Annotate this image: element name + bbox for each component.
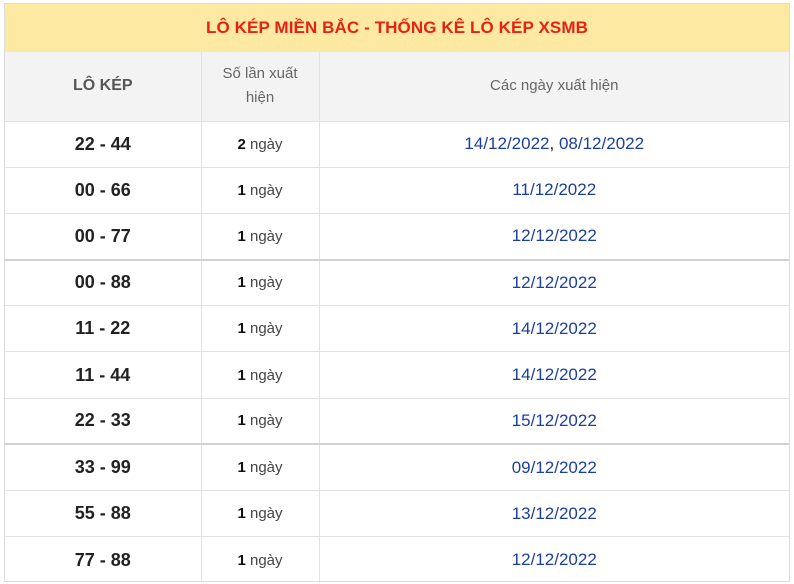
column-header-count: Số lần xuất hiện xyxy=(201,52,320,122)
appearance-count-cell: 1 ngày xyxy=(201,444,320,492)
appearance-dates-cell: 14/12/2022 xyxy=(319,305,789,353)
appearance-count-value: 2 xyxy=(237,135,246,153)
lo-kep-pair-cell: 55 - 88 xyxy=(5,490,202,538)
appearance-count-cell: 1 ngày xyxy=(201,213,320,261)
appearance-dates-cell: 15/12/2022 xyxy=(319,398,789,446)
appearance-dates-cell: 12/12/2022 xyxy=(319,213,789,261)
table-row: 11 - 22 1 ngày 14/12/2022 xyxy=(5,305,789,353)
table-row: 33 - 99 1 ngày 09/12/2022 xyxy=(5,444,789,492)
date-link[interactable]: 14/12/2022 xyxy=(512,319,597,338)
appearance-count-unit: ngày xyxy=(249,366,283,384)
table-row: 00 - 88 1 ngày 12/12/2022 xyxy=(5,259,789,307)
appearance-count-cell: 1 ngày xyxy=(201,305,320,353)
appearance-dates-cell: 12/12/2022 xyxy=(319,537,789,583)
date-link[interactable]: 14/12/2022 xyxy=(512,365,597,384)
appearance-count-value: 1 xyxy=(237,181,246,199)
appearance-count-unit: ngày xyxy=(249,459,283,477)
lo-kep-pair-cell: 77 - 88 xyxy=(5,536,202,583)
appearance-count-value: 1 xyxy=(237,551,246,569)
table-row: 11 - 44 1 ngày 14/12/2022 xyxy=(5,351,789,399)
lo-kep-pair-cell: 11 - 22 xyxy=(5,305,202,353)
table-row: 22 - 33 1 ngày 15/12/2022 xyxy=(5,398,789,446)
appearance-dates-cell: 14/12/2022, 08/12/2022 xyxy=(319,121,789,168)
lo-kep-pair-cell: 33 - 99 xyxy=(5,444,202,492)
date-link[interactable]: 13/12/2022 xyxy=(512,504,597,523)
appearance-count-value: 1 xyxy=(237,274,246,292)
date-link[interactable]: 12/12/2022 xyxy=(512,226,597,245)
table-row: 77 - 88 1 ngày 12/12/2022 xyxy=(5,536,789,583)
lo-kep-table: LÔ KÉP Số lần xuất hiện Các ngày xuất hi… xyxy=(5,52,789,583)
column-header-dates: Các ngày xuất hiện xyxy=(319,52,789,122)
appearance-count-cell: 1 ngày xyxy=(201,259,320,307)
appearance-count-cell: 1 ngày xyxy=(201,167,320,214)
date-separator: , xyxy=(549,134,559,154)
lo-kep-pair-cell: 00 - 77 xyxy=(5,213,202,261)
appearance-count-cell: 1 ngày xyxy=(201,398,320,446)
appearance-count-cell: 1 ngày xyxy=(201,490,320,538)
date-link[interactable]: 11/12/2022 xyxy=(512,180,596,199)
date-link[interactable]: 12/12/2022 xyxy=(512,550,597,569)
appearance-count-unit: ngày xyxy=(249,320,283,338)
lo-kep-pair-cell: 00 - 66 xyxy=(5,167,202,214)
appearance-count-value: 1 xyxy=(237,459,246,477)
appearance-dates-cell: 09/12/2022 xyxy=(319,444,789,492)
appearance-dates-cell: 11/12/2022 xyxy=(319,167,789,214)
appearance-count-cell: 2 ngày xyxy=(201,121,320,168)
lo-kep-statistics-table-container: LÔ KÉP MIỀN BẮC - THỐNG KÊ LÔ KÉP XSMB L… xyxy=(4,3,790,583)
lo-kep-pair-cell: 00 - 88 xyxy=(5,259,202,307)
date-link[interactable]: 14/12/2022 xyxy=(464,134,549,153)
table-body: 22 - 44 2 ngày 14/12/2022, 08/12/2022 00 - … xyxy=(5,121,789,583)
table-title: LÔ KÉP MIỀN BẮC - THỐNG KÊ LÔ KÉP XSMB xyxy=(5,4,789,52)
appearance-count-value: 1 xyxy=(237,505,246,523)
appearance-dates-cell: 12/12/2022 xyxy=(319,259,789,307)
column-header-pair: LÔ KÉP xyxy=(5,52,202,122)
date-link[interactable]: 08/12/2022 xyxy=(559,134,644,153)
table-row: 00 - 77 1 ngày 12/12/2022 xyxy=(5,213,789,261)
table-row: 22 - 44 2 ngày 14/12/2022, 08/12/2022 xyxy=(5,121,789,168)
appearance-count-value: 1 xyxy=(237,412,246,430)
lo-kep-pair-cell: 22 - 44 xyxy=(5,121,202,168)
appearance-count-unit: ngày xyxy=(249,505,283,523)
date-link[interactable]: 12/12/2022 xyxy=(512,273,597,292)
appearance-count-unit: ngày xyxy=(249,551,283,569)
table-header-row: LÔ KÉP Số lần xuất hiện Các ngày xuất hi… xyxy=(5,52,789,122)
appearance-count-unit: ngày xyxy=(249,181,283,199)
lo-kep-pair-cell: 22 - 33 xyxy=(5,398,202,446)
appearance-dates-cell: 14/12/2022 xyxy=(319,351,789,399)
date-link[interactable]: 15/12/2022 xyxy=(512,411,597,430)
appearance-count-unit: ngày xyxy=(249,227,283,245)
appearance-count-unit: ngày xyxy=(249,412,283,430)
appearance-count-unit: ngày xyxy=(249,135,283,153)
appearance-count-value: 1 xyxy=(237,227,246,245)
appearance-count-cell: 1 ngày xyxy=(201,536,320,583)
lo-kep-pair-cell: 11 - 44 xyxy=(5,351,202,399)
appearance-count-cell: 1 ngày xyxy=(201,351,320,399)
appearance-count-unit: ngày xyxy=(249,274,283,292)
table-row: 55 - 88 1 ngày 13/12/2022 xyxy=(5,490,789,538)
appearance-count-value: 1 xyxy=(237,320,246,338)
table-row: 00 - 66 1 ngày 11/12/2022 xyxy=(5,167,789,214)
appearance-dates-cell: 13/12/2022 xyxy=(319,490,789,538)
date-link[interactable]: 09/12/2022 xyxy=(512,458,597,477)
appearance-count-value: 1 xyxy=(237,366,246,384)
